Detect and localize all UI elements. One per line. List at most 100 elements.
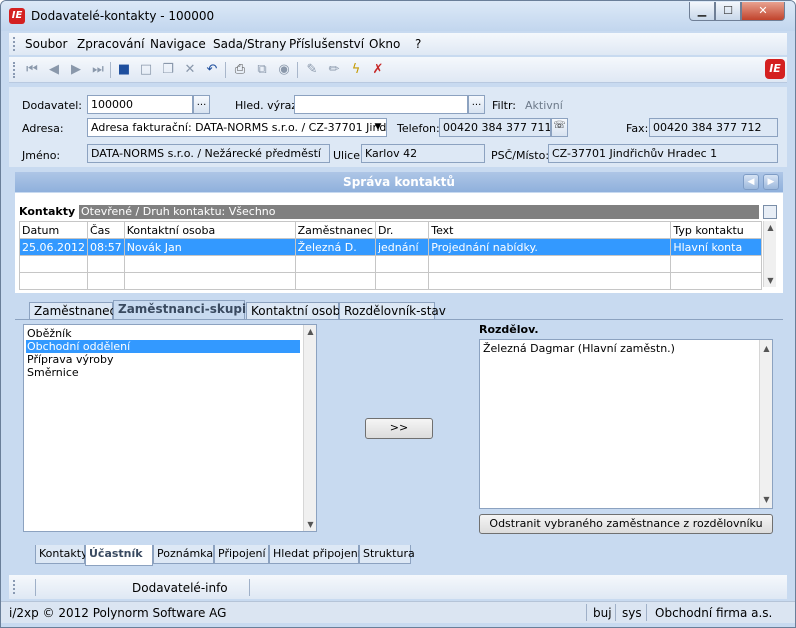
previous-record-icon[interactable]: ◀ <box>45 61 63 79</box>
hled-vyraz-label: Hled. výraz: <box>235 99 301 112</box>
maximize-button[interactable]: ☐ <box>715 2 741 21</box>
table-cell: jednání <box>374 238 430 256</box>
tab-zamestnanec[interactable]: Zaměstnanec <box>29 302 116 320</box>
window-title: Dodavatelé-kontakty - 100000 <box>31 9 215 23</box>
info-bar: Dodavatelé-info <box>9 575 787 599</box>
tab-rozdelovnik-stav[interactable]: Rozdělovník-stav <box>339 302 446 320</box>
list-item[interactable]: Směrnice <box>26 366 300 379</box>
delete-icon[interactable]: ✕ <box>181 61 199 79</box>
column-header-kontaktni-osoba[interactable]: Kontaktní osoba <box>123 221 296 239</box>
print-icon[interactable]: ⎙ <box>231 61 249 79</box>
list-item[interactable]: Železná Dagmar (Hlavní zaměstn.) <box>482 342 756 355</box>
save-icon[interactable]: ■ <box>115 61 133 79</box>
groups-scrollbar[interactable]: ▲ ▼ <box>303 325 316 531</box>
table-row[interactable]: 25.06.2012 08:57 Novák Jan Železná D. je… <box>19 238 762 256</box>
dodavatel-browse-button[interactable]: ... <box>193 95 210 114</box>
grid-options-icon[interactable] <box>763 205 777 219</box>
table-cell: 08:57 <box>86 238 125 256</box>
disc-icon[interactable]: ◉ <box>275 61 293 79</box>
filtr-value: Aktivní <box>525 99 563 112</box>
tab-panel-skupiny: Oběžník Obchodní oddělení Příprava výrob… <box>15 319 783 541</box>
scroll-down-icon[interactable]: ▼ <box>764 274 777 287</box>
column-header-cas[interactable]: Čas <box>86 221 125 239</box>
toolbar-grip <box>13 62 16 78</box>
groups-listbox[interactable]: Oběžník Obchodní oddělení Příprava výrob… <box>23 324 317 532</box>
scroll-up-icon[interactable]: ▲ <box>760 342 773 355</box>
column-header-datum[interactable]: Datum <box>19 221 88 239</box>
search-expression-field[interactable] <box>294 95 468 114</box>
menu-okno[interactable]: Okno <box>369 37 400 51</box>
distribution-listbox[interactable]: Železná Dagmar (Hlavní zaměstn.) ▲ ▼ <box>479 339 773 509</box>
structure-icon[interactable]: ⧉ <box>253 61 271 79</box>
clear-filter-icon[interactable]: ✗ <box>369 61 387 79</box>
menu-navigace[interactable]: Navigace <box>150 37 206 51</box>
tab-hledat-pripojeni[interactable]: Hledat připojení <box>269 545 361 564</box>
add-to-distribution-button[interactable]: >> <box>365 418 433 439</box>
undo-icon[interactable]: ↶ <box>203 61 221 79</box>
info-separator <box>35 579 36 596</box>
tab-struktura[interactable]: Struktura <box>359 545 415 564</box>
tab-poznamka[interactable]: Poznámka <box>153 545 214 564</box>
next-record-icon[interactable]: ▶ <box>67 61 85 79</box>
first-record-icon[interactable]: ⏮ <box>23 61 41 79</box>
menu-soubor[interactable]: Soubor <box>25 37 67 51</box>
table-row-empty[interactable] <box>19 272 762 290</box>
remove-from-distribution-button[interactable]: Odstranit vybraného zaměstnance z rozděl… <box>479 514 773 534</box>
tab-zamestnanci-skupiny[interactable]: Zaměstnanci-skupiny <box>113 300 262 320</box>
table-row-empty[interactable] <box>19 255 762 273</box>
dodavatel-field[interactable]: 100000 <box>87 95 193 114</box>
distribution-scrollbar[interactable]: ▲ ▼ <box>759 340 772 508</box>
menu-zpracovani[interactable]: Zpracování <box>77 37 144 51</box>
toolbar-separator <box>225 62 226 78</box>
scroll-down-icon[interactable]: ▼ <box>760 493 773 506</box>
edit-pen-icon[interactable]: ✎ <box>303 61 321 79</box>
new-document-icon[interactable]: □ <box>137 61 155 79</box>
phone-dial-button[interactable]: ☏ <box>551 118 568 137</box>
copy-icon[interactable]: ❐ <box>159 61 177 79</box>
table-cell: Hlavní konta <box>670 238 762 256</box>
minimize-button[interactable]: ▁ <box>689 2 715 21</box>
last-record-icon[interactable]: ⏭ <box>89 61 107 79</box>
contacts-table: Datum Čas Kontaktní osoba Zaměstnanec Dr… <box>19 221 762 290</box>
column-header-druh[interactable]: Dr. <box>374 221 430 239</box>
lightning-icon[interactable]: ϟ <box>347 61 365 79</box>
contacts-caption: Kontakty <box>19 205 76 218</box>
telefon-field: 00420 384 377 711 <box>439 118 551 137</box>
adresa-dropdown[interactable]: Adresa fakturační: DATA-NORMS s.r.o. / C… <box>87 118 387 137</box>
column-header-text[interactable]: Text <box>428 221 672 239</box>
list-item[interactable]: Oběžník <box>26 327 300 340</box>
scroll-down-icon[interactable]: ▼ <box>304 518 317 531</box>
close-button[interactable]: ✕ <box>741 2 785 21</box>
section-title-bar: Správa kontaktů ◀ ▶ <box>15 172 783 192</box>
tab-ucastnik[interactable]: Účastník <box>85 545 153 566</box>
edit-pencil-icon[interactable]: ✏ <box>325 61 343 79</box>
menu-prislusenstvi[interactable]: Příslušenství <box>289 37 364 51</box>
toolbar-separator <box>110 62 111 78</box>
menu-sada-strany[interactable]: Sada/Strany <box>213 37 286 51</box>
section-next-button[interactable]: ▶ <box>763 174 779 190</box>
column-header-typ-kontaktu[interactable]: Typ kontaktu <box>670 221 762 239</box>
list-item[interactable]: Příprava výroby <box>26 353 300 366</box>
tab-pripojeni[interactable]: Připojení <box>214 545 269 564</box>
scroll-up-icon[interactable]: ▲ <box>764 221 777 234</box>
ulice-field: Karlov 42 <box>361 144 485 163</box>
list-item-selected[interactable]: Obchodní oddělení <box>26 340 300 353</box>
filtr-label: Filtr: <box>492 99 516 112</box>
section-prev-button[interactable]: ◀ <box>743 174 759 190</box>
column-header-zamestnanec[interactable]: Zaměstnanec <box>294 221 376 239</box>
status-separator <box>646 604 647 621</box>
chevron-down-icon[interactable]: ▼ <box>370 119 386 136</box>
contacts-panel: Kontakty Otevřené / Druh kontaktu: Všech… <box>15 193 783 293</box>
tab-kontakty[interactable]: Kontakty <box>35 545 88 564</box>
menu-help[interactable]: ? <box>415 37 421 51</box>
info-dodavatele-button[interactable]: Dodavatelé-info <box>132 581 228 595</box>
tab-kontaktni-osoba[interactable]: Kontaktní osoba <box>246 302 348 320</box>
application-window: IE Dodavatelé-kontakty - 100000 ▁ ☐ ✕ So… <box>0 0 796 628</box>
copyright-text: i/2xp © 2012 Polynorm Software AG <box>9 606 227 620</box>
status-separator <box>615 604 616 621</box>
info-separator <box>249 579 250 596</box>
contacts-scrollbar[interactable]: ▲ ▼ <box>763 221 776 287</box>
search-browse-button[interactable]: ... <box>468 95 485 114</box>
psc-misto-label: PSČ/Místo: <box>491 149 550 162</box>
scroll-up-icon[interactable]: ▲ <box>304 325 317 338</box>
